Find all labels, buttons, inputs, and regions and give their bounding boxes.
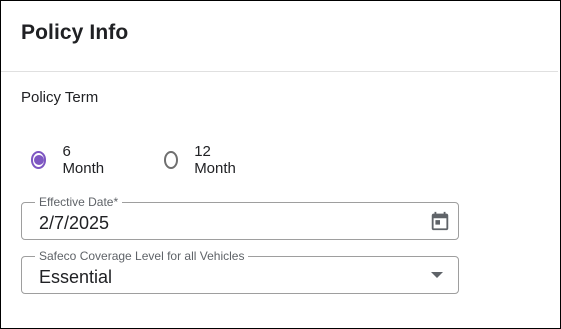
radio-12-month-label: 12 Month	[194, 143, 236, 177]
coverage-level-value: Essential	[39, 267, 113, 287]
effective-date-label: Effective Date*	[35, 195, 123, 209]
policy-term-label: Policy Term	[21, 89, 99, 106]
radio-selected-icon	[31, 151, 47, 169]
coverage-level-label: Safeco Coverage Level for all Vehicles	[35, 249, 249, 263]
dropdown-arrow-icon[interactable]	[431, 272, 443, 278]
effective-date-field[interactable]: Effective Date* 2/7/2025	[21, 195, 459, 240]
radio-12-month[interactable]: 12 Month	[164, 143, 240, 177]
policy-info-card: Policy Info Policy Term 6 Month 12 Month…	[0, 0, 561, 329]
radio-6-month-label: 6 Month	[62, 143, 105, 177]
coverage-level-select[interactable]: Safeco Coverage Level for all Vehicles E…	[21, 249, 459, 294]
radio-6-month[interactable]: 6 Month	[31, 143, 107, 177]
effective-date-value[interactable]: 2/7/2025	[39, 213, 109, 233]
section-divider	[1, 71, 558, 72]
calendar-icon[interactable]	[429, 210, 451, 232]
section-title: Policy Info	[21, 21, 129, 44]
radio-unselected-icon	[164, 151, 179, 169]
